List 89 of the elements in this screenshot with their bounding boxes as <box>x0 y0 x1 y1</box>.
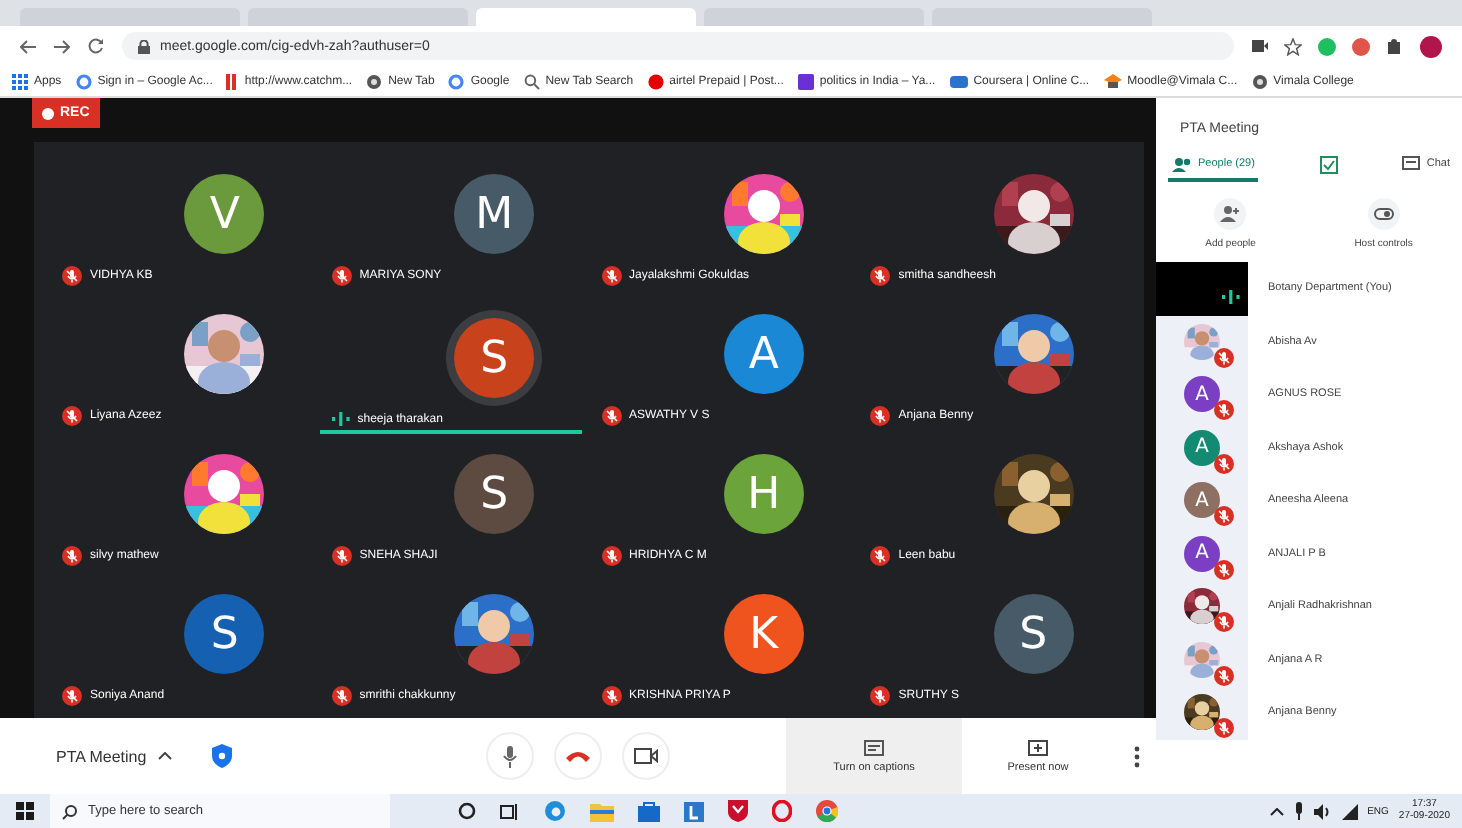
search-icon <box>62 803 78 819</box>
search-icon <box>523 73 540 89</box>
more-icon[interactable] <box>1134 745 1140 767</box>
avatar: S <box>184 594 265 674</box>
lock-icon <box>138 39 150 53</box>
speaking-icon <box>331 412 350 426</box>
app-icon[interactable] <box>684 801 704 821</box>
edge-icon[interactable] <box>544 800 566 822</box>
captions-icon <box>864 739 884 755</box>
forward-icon[interactable] <box>54 39 70 53</box>
mic-off-icon <box>62 546 82 566</box>
speaker-icon[interactable] <box>1313 803 1332 819</box>
bookmark-icon <box>226 73 239 89</box>
reload-icon[interactable] <box>88 38 104 54</box>
windows-icon[interactable] <box>16 802 34 820</box>
globe-icon <box>366 73 383 89</box>
bookmark-icon <box>797 73 814 89</box>
network-icon[interactable] <box>1341 803 1358 819</box>
store-icon[interactable] <box>638 801 660 821</box>
avatar: S <box>454 454 535 534</box>
people-icon <box>1172 157 1192 171</box>
mic-off-icon <box>1214 453 1234 474</box>
google-icon <box>448 73 465 89</box>
bookmark-icon <box>949 75 968 87</box>
bookmark-icon <box>1103 74 1122 88</box>
mic-off-icon <box>870 266 891 286</box>
hang-up-button[interactable] <box>554 732 602 780</box>
globe-icon <box>1251 73 1268 89</box>
avatar: A <box>1184 482 1220 519</box>
avatar: K <box>723 594 804 674</box>
mic-off-icon <box>870 686 891 706</box>
mic-off-icon <box>870 546 891 566</box>
toggle-icon <box>1373 208 1394 220</box>
avatar: A <box>723 314 804 394</box>
mic-off-icon <box>331 546 352 566</box>
mic-off-icon <box>1214 665 1234 686</box>
shield-icon[interactable] <box>212 744 233 768</box>
microphone-icon <box>502 745 518 767</box>
profile-icon[interactable] <box>1420 35 1442 57</box>
add-person-icon <box>1220 206 1241 222</box>
avatar: A <box>1184 429 1220 466</box>
caret-icon[interactable] <box>1269 807 1284 815</box>
mic-off-icon <box>601 406 621 426</box>
mic-off-icon <box>1214 612 1234 633</box>
grid-icon <box>12 73 28 89</box>
microphone-button[interactable] <box>486 732 534 780</box>
mic-off-icon <box>1214 347 1234 368</box>
avatar: S <box>454 318 535 398</box>
avatar: H <box>723 454 804 534</box>
mic-off-icon <box>601 266 621 286</box>
bookmark-icon <box>647 73 664 89</box>
shield-icon[interactable] <box>728 800 748 822</box>
avatar: M <box>454 174 535 254</box>
phone-icon <box>566 750 590 762</box>
camera-icon[interactable] <box>1252 40 1268 52</box>
camera-icon <box>634 748 658 764</box>
avatar: V <box>184 174 265 254</box>
mic-off-icon <box>62 406 82 426</box>
google-icon <box>75 73 92 89</box>
mic-off-icon <box>1214 718 1234 739</box>
checkbox-icon <box>1319 155 1338 173</box>
mic-off-icon <box>1214 559 1234 580</box>
puzzle-icon[interactable] <box>1386 37 1404 55</box>
task-view-icon[interactable] <box>500 803 520 819</box>
folder-icon[interactable] <box>590 801 614 821</box>
star-icon[interactable] <box>1284 37 1302 55</box>
opera-icon[interactable] <box>772 800 792 822</box>
cortana-icon[interactable] <box>458 802 476 820</box>
mic-off-icon <box>601 686 621 706</box>
mic-off-icon <box>870 406 891 426</box>
mic-off-icon <box>62 686 82 706</box>
mic-off-icon <box>1214 506 1234 527</box>
back-icon[interactable] <box>20 39 36 53</box>
chat-icon <box>1402 156 1421 172</box>
meeting-details-button[interactable]: PTA Meeting <box>56 747 173 765</box>
caret-icon <box>158 752 173 760</box>
speaking-icon <box>1222 289 1240 303</box>
mic-off-icon <box>331 266 352 286</box>
mic-off-icon <box>1214 400 1234 421</box>
mic-off-icon <box>601 546 621 566</box>
avatar: A <box>1184 376 1220 413</box>
chrome-icon[interactable] <box>816 800 838 822</box>
mic-off-icon <box>331 686 352 706</box>
avatar: A <box>1184 535 1220 572</box>
camera-button[interactable] <box>622 732 670 780</box>
present-icon <box>1028 739 1048 755</box>
microphone-icon[interactable] <box>1293 802 1304 820</box>
mic-off-icon <box>62 266 82 286</box>
avatar: S <box>993 594 1074 674</box>
